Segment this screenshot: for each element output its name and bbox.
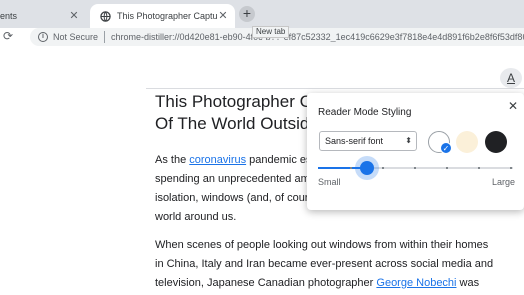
tab-active[interactable]: This Photographer Captured Th ✕ [90,4,235,28]
text: When scenes of people looking out window… [155,239,489,251]
check-icon: ✓ [440,142,452,154]
theme-sepia-swatch[interactable] [456,131,478,153]
slider-tick [350,167,352,169]
close-icon[interactable]: ✕ [508,99,518,113]
text: in China, Italy and Iran became ever-pre… [155,258,494,270]
globe-icon [100,10,111,22]
slider-tick [446,167,448,169]
text: was [456,277,480,289]
reader-mode-styling-popup: Reader Mode Styling ✕ Sans-serif font ⬍ … [307,93,524,210]
close-icon[interactable]: ✕ [217,10,229,22]
divider [146,88,524,89]
text: As the [155,154,190,166]
text: pandemic es [246,154,312,166]
font-size-slider[interactable] [318,167,513,169]
tab-title: ents [0,11,18,21]
slider-tick [414,167,416,169]
select-value: Sans-serif font [325,136,384,146]
theme-dark-swatch[interactable] [485,131,507,153]
font-size-small-label: Small [318,177,341,187]
reload-icon[interactable]: ⟳ [3,29,13,43]
plus-icon[interactable]: + [239,6,255,22]
popup-title: Reader Mode Styling [318,107,412,118]
slider-tick [510,167,512,169]
text: television, Japanese Canadian photograph… [155,277,377,289]
paragraph: When scenes of people looking out window… [155,236,505,293]
new-tab-tooltip: New tab [252,26,290,38]
tab-title: This Photographer Captured Th [117,11,217,21]
security-label[interactable]: Not Secure [53,32,98,42]
tab-previous[interactable]: ents ✕ [0,4,86,28]
font-family-select[interactable]: Sans-serif font ⬍ [319,131,417,151]
font-icon[interactable]: A [500,68,522,88]
divider [104,31,106,43]
font-size-large-label: Large [492,177,516,187]
slider-tick [382,167,384,169]
text: world around us. [155,211,237,223]
url-text[interactable]: chrome-distiller://0d420e81-eb90-4f0c-b?… [111,32,524,42]
tab-strip: ents ✕ This Photographer Captured Th ✕ + [0,0,524,28]
info-icon[interactable]: i [38,32,48,42]
chevron-down-icon: ⬍ [405,136,412,145]
coronavirus-link[interactable]: coronavirus [189,154,246,166]
close-icon[interactable]: ✕ [68,10,80,22]
slider-thumb[interactable] [360,161,374,175]
george-nobechi-link[interactable]: George Nobechi [376,277,456,289]
slider-tick [478,167,480,169]
